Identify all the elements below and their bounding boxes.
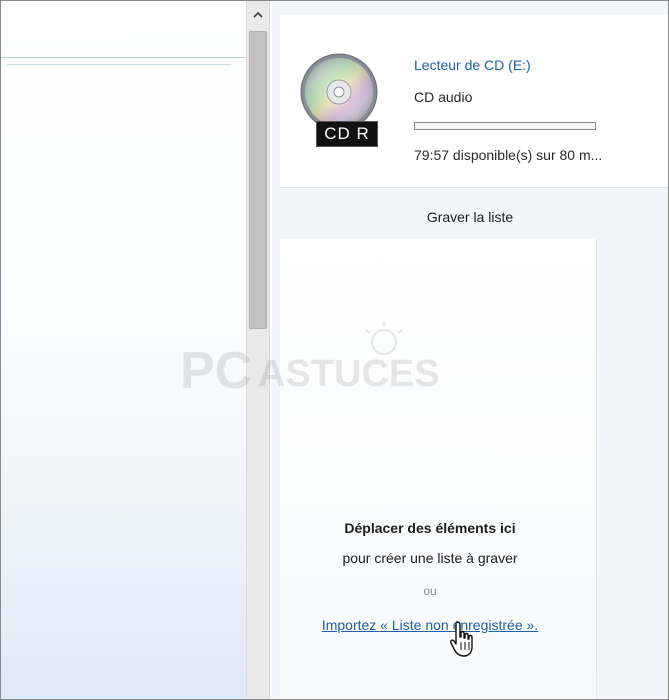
or-separator: ou: [423, 584, 437, 598]
burn-list-title: Graver la liste: [426, 209, 514, 225]
divider: [7, 64, 231, 65]
device-name-link[interactable]: Lecteur de CD (E:): [414, 57, 531, 73]
device-type: CD audio: [414, 89, 473, 105]
chevron-up-icon[interactable]: [247, 1, 269, 29]
scrollbar-thumb[interactable]: [249, 31, 267, 329]
hand-cursor-icon: [450, 621, 473, 657]
left-pane: [1, 1, 246, 699]
disc-free-space: 79:57 disponible(s) sur 80 m...: [414, 147, 603, 163]
drop-hint-subtitle: pour créer une liste à graver: [342, 550, 518, 566]
import-unsaved-list-link[interactable]: Importez « Liste non enregistrée ».: [272, 617, 588, 633]
cd-r-label: CD R: [316, 121, 378, 147]
device-card: CD R Lecteur de CD (E:) CD audio 79:57 d…: [280, 15, 668, 188]
cd-disc-icon: [300, 53, 378, 131]
drop-hint-title: Déplacer des éléments ici: [344, 520, 516, 536]
vertical-scrollbar[interactable]: [246, 1, 270, 699]
left-pane-header: [1, 1, 246, 58]
disc-usage-bar: [414, 122, 596, 130]
